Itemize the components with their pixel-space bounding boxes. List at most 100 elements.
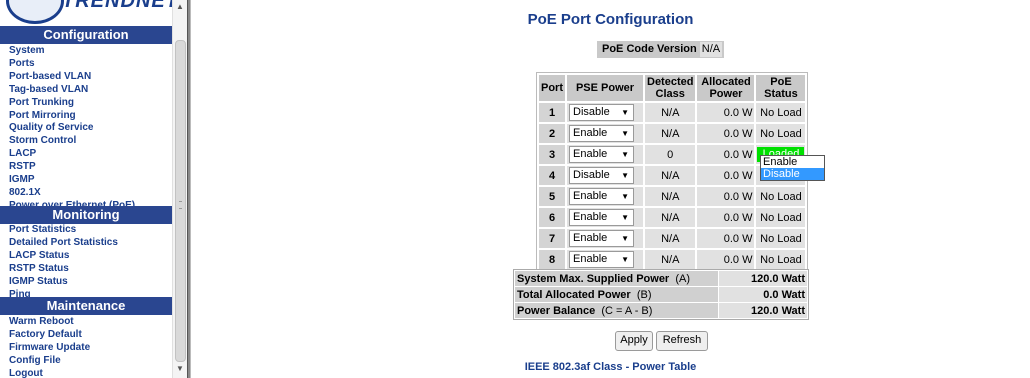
nav-item-firmware-update[interactable]: Firmware Update bbox=[9, 342, 90, 355]
poe-code-version-value: N/A bbox=[699, 42, 723, 57]
poe-status: No Load bbox=[756, 229, 806, 248]
nav-item-port-statistics[interactable]: Port Statistics bbox=[9, 224, 118, 237]
logo-text: TRENDNET bbox=[62, 0, 172, 12]
nav-item-logout[interactable]: Logout bbox=[9, 368, 90, 378]
apply-button[interactable]: Apply bbox=[615, 331, 653, 351]
pse-power-select[interactable]: Disable ▼ bbox=[569, 167, 634, 184]
poe-status: No Load bbox=[756, 250, 806, 269]
nav-item-rstp-status[interactable]: RSTP Status bbox=[9, 263, 118, 276]
allocated-power: 0.0 W bbox=[697, 229, 755, 248]
allocated-power: 0.0 W bbox=[697, 166, 755, 185]
dropdown-option-disable[interactable]: Disable bbox=[761, 168, 824, 180]
chevron-down-icon: ▼ bbox=[621, 213, 629, 222]
scroll-down-arrow-icon[interactable]: ▼ bbox=[176, 364, 184, 373]
scroll-up-arrow-icon[interactable]: ▲ bbox=[176, 2, 184, 11]
page-title: PoE Port Configuration bbox=[527, 11, 694, 28]
chevron-down-icon: ▼ bbox=[621, 192, 629, 201]
main-content: PoE Port Configuration PoE Code Version N… bbox=[191, 0, 1030, 378]
pse-power-select[interactable]: Enable ▼ bbox=[569, 209, 634, 226]
grip-icon bbox=[179, 201, 182, 209]
poe-status: No Load bbox=[756, 187, 806, 206]
port-number: 3 bbox=[539, 145, 565, 164]
detected-class: N/A bbox=[645, 166, 696, 185]
nav-item-tag-based-vlan[interactable]: Tag-based VLAN bbox=[9, 84, 135, 97]
detected-class: N/A bbox=[645, 229, 696, 248]
port-number: 7 bbox=[539, 229, 565, 248]
table-header-row: Port PSE Power Detected Class Allocated Po… bbox=[539, 75, 806, 101]
total-allocated-power-value: 0.0 Watt bbox=[719, 287, 807, 302]
scrollbar-thumb[interactable] bbox=[175, 40, 186, 362]
nav-item-quality-of-service[interactable]: Quality of Service bbox=[9, 122, 135, 135]
total-allocated-power-label: Total Allocated Power (B) bbox=[515, 287, 718, 302]
detected-class: 0 bbox=[645, 145, 696, 164]
nav-item-lacp[interactable]: LACP bbox=[9, 148, 135, 161]
nav-item-port-mirroring[interactable]: Port Mirroring bbox=[9, 110, 135, 123]
chevron-down-icon: ▼ bbox=[621, 234, 629, 243]
header-poe-status: PoE Status bbox=[756, 75, 806, 101]
nav-item-port-trunking[interactable]: Port Trunking bbox=[9, 97, 135, 110]
nav-item-rstp[interactable]: RSTP bbox=[9, 161, 135, 174]
power-summary-table: System Max. Supplied Power (A) 120.0 Wat… bbox=[513, 269, 809, 320]
poe-code-version: PoE Code Version N/A bbox=[597, 41, 725, 58]
allocated-power: 0.0 W bbox=[697, 103, 755, 122]
pse-power-select[interactable]: Enable ▼ bbox=[569, 146, 634, 163]
monitoring-heading: Monitoring bbox=[0, 206, 172, 224]
allocated-power: 0.0 W bbox=[697, 145, 755, 164]
dropdown-option-enable[interactable]: Enable bbox=[761, 156, 824, 168]
configuration-menu: System Ports Port-based VLAN Tag-based V… bbox=[9, 45, 135, 213]
nav-item-igmp[interactable]: IGMP bbox=[9, 174, 135, 187]
table-row: 5 Enable ▼ N/A 0.0 W No Load bbox=[539, 187, 806, 206]
header-pse-power: PSE Power bbox=[567, 75, 643, 101]
table-row: 7 Enable ▼ N/A 0.0 W No Load bbox=[539, 229, 806, 248]
power-balance-value: 120.0 Watt bbox=[719, 303, 807, 318]
detected-class: N/A bbox=[645, 187, 696, 206]
chevron-down-icon: ▼ bbox=[621, 171, 629, 180]
nav-item-storm-control[interactable]: Storm Control bbox=[9, 135, 135, 148]
port-number: 5 bbox=[539, 187, 565, 206]
nav-item-igmp-status[interactable]: IGMP Status bbox=[9, 276, 118, 289]
allocated-power: 0.0 W bbox=[697, 250, 755, 269]
detected-class: N/A bbox=[645, 124, 696, 143]
system-max-power-value: 120.0 Watt bbox=[719, 271, 807, 286]
pse-power-select[interactable]: Enable ▼ bbox=[569, 251, 634, 268]
poe-code-version-label: PoE Code Version bbox=[602, 43, 697, 55]
header-allocated-power: Allocated Power bbox=[697, 75, 755, 101]
nav-item-warm-reboot[interactable]: Warm Reboot bbox=[9, 316, 90, 329]
detected-class: N/A bbox=[645, 208, 696, 227]
maintenance-menu: Warm Reboot Factory Default Firmware Upd… bbox=[9, 316, 90, 378]
refresh-button[interactable]: Refresh bbox=[656, 331, 708, 351]
sidebar: TRENDNET Configuration System Ports Port… bbox=[0, 0, 172, 378]
maintenance-heading: Maintenance bbox=[0, 297, 172, 315]
detected-class: N/A bbox=[645, 250, 696, 269]
pse-power-select[interactable]: Disable ▼ bbox=[569, 104, 634, 121]
chevron-down-icon: ▼ bbox=[621, 129, 629, 138]
power-balance-label: Power Balance (C = A - B) bbox=[515, 303, 718, 318]
nav-item-system[interactable]: System bbox=[9, 45, 135, 58]
nav-item-lacp-status[interactable]: LACP Status bbox=[9, 250, 118, 263]
pse-power-dropdown-list: Enable Disable bbox=[760, 155, 825, 181]
nav-item-factory-default[interactable]: Factory Default bbox=[9, 329, 90, 342]
sidebar-scrollbar[interactable]: ▲ ▼ bbox=[172, 0, 187, 378]
chevron-down-icon: ▼ bbox=[621, 108, 629, 117]
nav-item-port-based-vlan[interactable]: Port-based VLAN bbox=[9, 71, 135, 84]
table-row: Total Allocated Power (B) 0.0 Watt bbox=[515, 287, 807, 302]
chevron-down-icon: ▼ bbox=[621, 255, 629, 264]
table-row: Power Balance (C = A - B) 120.0 Watt bbox=[515, 303, 807, 318]
nav-item-802-1x[interactable]: 802.1X bbox=[9, 187, 135, 200]
table-row: 6 Enable ▼ N/A 0.0 W No Load bbox=[539, 208, 806, 227]
pse-power-select[interactable]: Enable ▼ bbox=[569, 230, 634, 247]
detected-class: N/A bbox=[645, 103, 696, 122]
header-port: Port bbox=[539, 75, 565, 101]
table-row: 8 Enable ▼ N/A 0.0 W No Load bbox=[539, 250, 806, 269]
configuration-heading: Configuration bbox=[0, 26, 172, 44]
pse-power-select[interactable]: Enable ▼ bbox=[569, 188, 634, 205]
port-number: 2 bbox=[539, 124, 565, 143]
system-max-power-label: System Max. Supplied Power (A) bbox=[515, 271, 718, 286]
nav-item-config-file[interactable]: Config File bbox=[9, 355, 90, 368]
table-row: 1 Disable ▼ N/A 0.0 W No Load bbox=[539, 103, 806, 122]
nav-item-detailed-port-statistics[interactable]: Detailed Port Statistics bbox=[9, 237, 118, 250]
nav-item-ports[interactable]: Ports bbox=[9, 58, 135, 71]
port-number: 8 bbox=[539, 250, 565, 269]
poe-status: No Load bbox=[756, 103, 806, 122]
pse-power-select[interactable]: Enable ▼ bbox=[569, 125, 634, 142]
